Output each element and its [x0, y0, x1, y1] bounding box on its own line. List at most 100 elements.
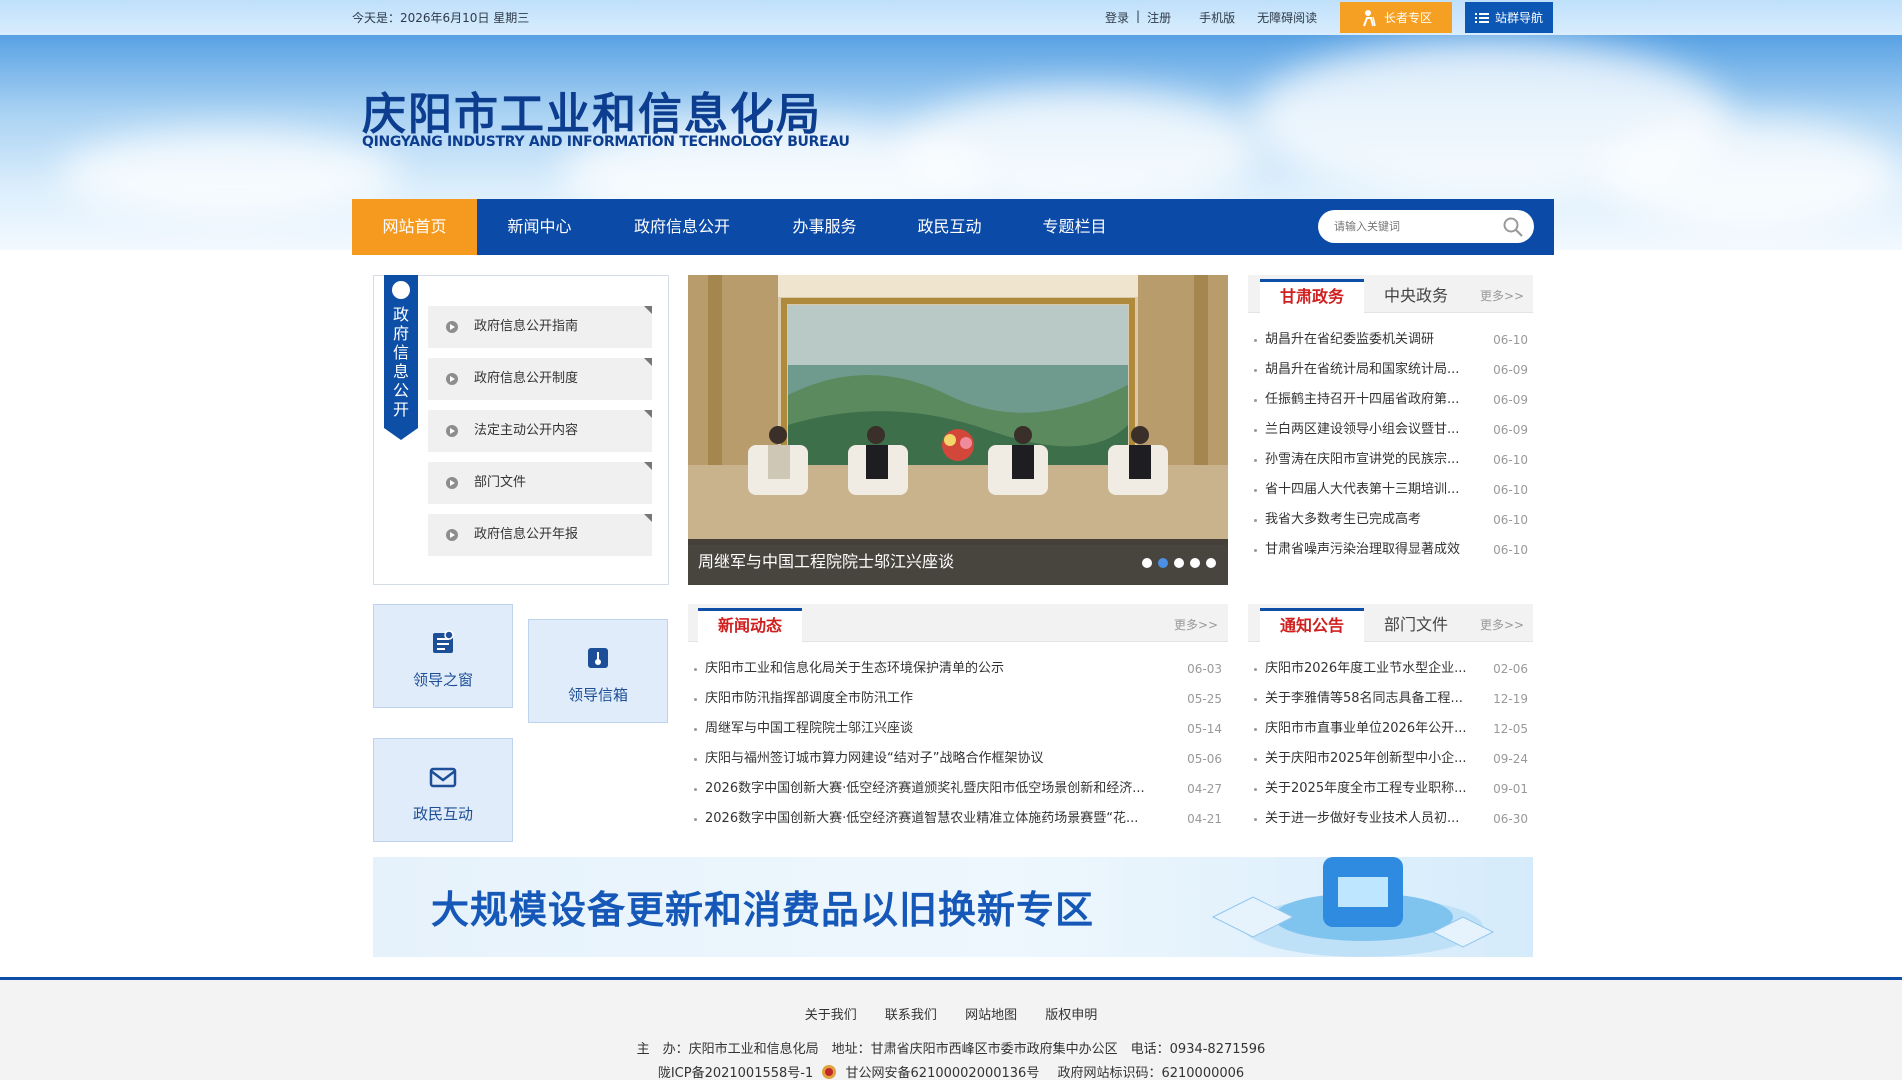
gansu-news-title[interactable]: 胡昌升在省纪委监委机关调研 [1265, 325, 1479, 355]
tab-gansu[interactable]: 甘肃政务 [1260, 279, 1364, 313]
news-more-link[interactable]: 更多>> [1174, 616, 1218, 633]
bullet [1254, 399, 1257, 402]
news-title[interactable]: 庆阳与福州签订城市算力网建设“结对子”战略合作框架协议 [705, 744, 1173, 774]
news-date: 05-14 [1187, 722, 1222, 736]
gov-info-item[interactable]: 政府信息公开制度 [428, 358, 652, 400]
gansu-news-row[interactable]: 胡昌升在省统计局和国家统计局... 06-09 [1254, 355, 1528, 385]
notice-row[interactable]: 关于2025年度全市工程专业职称... 09-01 [1254, 774, 1528, 804]
mobile-link[interactable]: 手机版 [1199, 9, 1235, 26]
gansu-news-title[interactable]: 省十四届人大代表第十三期培训... [1265, 475, 1479, 505]
slider-dot[interactable] [1158, 558, 1168, 568]
news-row[interactable]: 2026数字中国创新大赛·低空经济赛道智慧农业精准立体施药场景赛暨“花... 04… [694, 804, 1222, 834]
bullet [1254, 549, 1257, 552]
gansu-news-date: 06-10 [1493, 513, 1528, 527]
search-icon[interactable] [1502, 216, 1524, 238]
nav-services[interactable]: 办事服务 [762, 199, 887, 255]
notice-title[interactable]: 关于庆阳市2025年创新型中小企... [1265, 744, 1479, 774]
notice-row[interactable]: 关于庆阳市2025年创新型中小企... 09-24 [1254, 744, 1528, 774]
nav-topics[interactable]: 专题栏目 [1012, 199, 1137, 255]
ribbon-label: 政府信息公开 [392, 305, 409, 419]
gansu-news-row[interactable]: 任振鹤主持召开十四届省政府第... 06-09 [1254, 385, 1528, 415]
notice-row[interactable]: 庆阳市2026年度工业节水型企业... 02-06 [1254, 654, 1528, 684]
nav-interaction[interactable]: 政民互动 [887, 199, 1012, 255]
tab-notice[interactable]: 通知公告 [1260, 608, 1364, 642]
footer-link-contact[interactable]: 联系我们 [885, 1008, 937, 1023]
gov-info-item[interactable]: 政府信息公开年报 [428, 514, 652, 556]
gansu-news-row[interactable]: 胡昌升在省纪委监委机关调研 06-10 [1254, 325, 1528, 355]
news-title[interactable]: 庆阳市防汛指挥部调度全市防汛工作 [705, 684, 1173, 714]
news-row[interactable]: 庆阳市工业和信息化局关于生态环境保护清单的公示 06-03 [694, 654, 1222, 684]
news-title[interactable]: 2026数字中国创新大赛·低空经济赛道智慧农业精准立体施药场景赛暨“花... [705, 804, 1173, 834]
gansu-news-title[interactable]: 我省大多数考生已完成高考 [1265, 505, 1479, 535]
news-title[interactable]: 2026数字中国创新大赛·低空经济赛道颁奖礼暨庆阳市低空场景创新和经济... [705, 774, 1173, 804]
slider-dot[interactable] [1174, 558, 1184, 568]
notice-title[interactable]: 关于2025年度全市工程专业职称... [1265, 774, 1479, 804]
equipment-renewal-banner[interactable]: 大规模设备更新和消费品以旧换新专区 [373, 857, 1533, 957]
gansu-more-link[interactable]: 更多>> [1480, 287, 1524, 304]
accessible-link[interactable]: 无障碍阅读 [1257, 9, 1317, 26]
notice-title[interactable]: 关于李雅倩等58名同志具备工程... [1265, 684, 1479, 714]
gansu-news-title[interactable]: 孙雪涛在庆阳市宣讲党的民族宗... [1265, 445, 1479, 475]
elder-zone-button[interactable]: 长者专区 [1340, 2, 1452, 33]
arrow-icon [446, 477, 458, 489]
bullet [1254, 818, 1257, 821]
footer-link-copyright[interactable]: 版权申明 [1045, 1008, 1097, 1023]
news-row[interactable]: 2026数字中国创新大赛·低空经济赛道颁奖礼暨庆阳市低空场景创新和经济... 04… [694, 774, 1222, 804]
notice-more-link[interactable]: 更多>> [1480, 616, 1524, 633]
arrow-icon [446, 425, 458, 437]
notice-title[interactable]: 庆阳市2026年度工业节水型企业... [1265, 654, 1479, 684]
search-input[interactable] [1332, 217, 1492, 237]
gansu-news-title[interactable]: 甘肃省噪声污染治理取得显著成效 [1265, 535, 1479, 565]
notice-row[interactable]: 关于进一步做好专业技术人员初... 06-30 [1254, 804, 1528, 834]
slider-dot[interactable] [1142, 558, 1152, 568]
gansu-news-row[interactable]: 省十四届人大代表第十三期培训... 06-10 [1254, 475, 1528, 505]
police-record-link[interactable]: 甘公网安备62100002000136号 [846, 1066, 1040, 1081]
slider-dot[interactable] [1206, 558, 1216, 568]
gansu-news-title[interactable]: 胡昌升在省统计局和国家统计局... [1265, 355, 1479, 385]
gansu-news-title[interactable]: 兰白两区建设领导小组会议暨甘... [1265, 415, 1479, 445]
gov-info-item[interactable]: 政府信息公开指南 [428, 306, 652, 348]
gansu-news-row[interactable]: 孙雪涛在庆阳市宣讲党的民族宗... 06-10 [1254, 445, 1528, 475]
nav-news[interactable]: 新闻中心 [477, 199, 602, 255]
tab-news[interactable]: 新闻动态 [698, 608, 802, 642]
notice-title[interactable]: 庆阳市市直事业单位2026年公开... [1265, 714, 1479, 744]
notice-date: 02-06 [1493, 662, 1528, 676]
gansu-news-row[interactable]: 我省大多数考生已完成高考 06-10 [1254, 505, 1528, 535]
bullet [694, 728, 697, 731]
news-title[interactable]: 周继军与中国工程院院士邬江兴座谈 [705, 714, 1173, 744]
leader-mailbox-button[interactable]: 领导信箱 [528, 619, 668, 723]
slider-dot[interactable] [1190, 558, 1200, 568]
footer-link-about[interactable]: 关于我们 [805, 1008, 857, 1023]
footer-link-sitemap[interactable]: 网站地图 [965, 1008, 1017, 1023]
notice-row[interactable]: 庆阳市市直事业单位2026年公开... 12-05 [1254, 714, 1528, 744]
interaction-button[interactable]: 政民互动 [373, 738, 513, 842]
news-title[interactable]: 庆阳市工业和信息化局关于生态环境保护清单的公示 [705, 654, 1173, 684]
site-nav-button[interactable]: 站群导航 [1465, 2, 1553, 33]
icp-link[interactable]: 陇ICP备2021001558号-1 [658, 1066, 813, 1081]
leader-window-button[interactable]: 领导之窗 [373, 604, 513, 708]
news-row[interactable]: 周继军与中国工程院院士邬江兴座谈 05-14 [694, 714, 1222, 744]
tab-dept-docs[interactable]: 部门文件 [1364, 608, 1468, 642]
search-box [1318, 210, 1534, 243]
gov-info-item[interactable]: 部门文件 [428, 462, 652, 504]
login-link[interactable]: 登录 [1105, 9, 1129, 26]
gansu-news-date: 06-09 [1493, 363, 1528, 377]
notice-row[interactable]: 关于李雅倩等58名同志具备工程... 12-19 [1254, 684, 1528, 714]
nav-home[interactable]: 网站首页 [352, 199, 477, 255]
news-row[interactable]: 庆阳与福州签订城市算力网建设“结对子”战略合作框架协议 05-06 [694, 744, 1222, 774]
gansu-news-row[interactable]: 兰白两区建设领导小组会议暨甘... 06-09 [1254, 415, 1528, 445]
site-title[interactable]: 庆阳市工业和信息化局 [362, 78, 822, 142]
nav-gov-info[interactable]: 政府信息公开 [602, 199, 762, 255]
tab-central[interactable]: 中央政务 [1364, 279, 1468, 313]
news-slider[interactable]: 周继军与中国工程院院士邬江兴座谈 [688, 275, 1228, 585]
mailbox-icon [588, 648, 608, 668]
emblem-icon [392, 281, 410, 299]
notice-title[interactable]: 关于进一步做好专业技术人员初... [1265, 804, 1479, 834]
news-row[interactable]: 庆阳市防汛指挥部调度全市防汛工作 05-25 [694, 684, 1222, 714]
gansu-news-date: 06-10 [1493, 543, 1528, 557]
register-link[interactable]: 注册 [1147, 9, 1171, 26]
gov-info-item[interactable]: 法定主动公开内容 [428, 410, 652, 452]
gansu-news-row[interactable]: 甘肃省噪声污染治理取得显著成效 06-10 [1254, 535, 1528, 565]
gansu-news-title[interactable]: 任振鹤主持召开十四届省政府第... [1265, 385, 1479, 415]
interaction-label: 政民互动 [412, 805, 473, 823]
